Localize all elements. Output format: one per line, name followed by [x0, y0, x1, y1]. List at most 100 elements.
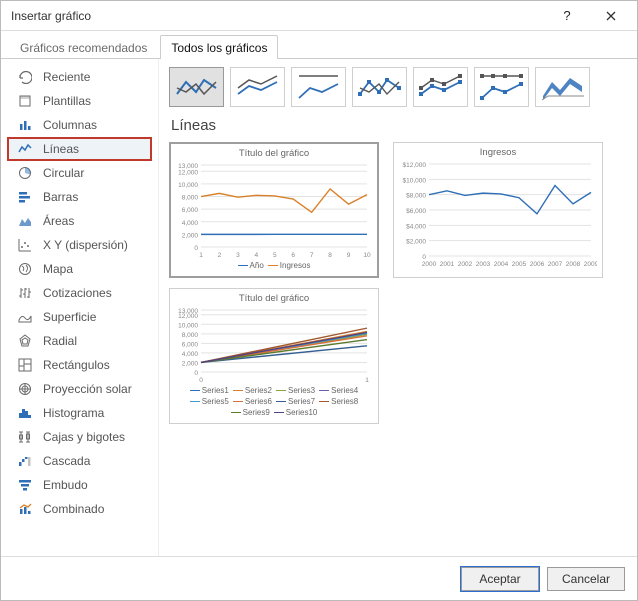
- subtype-100stacked-line[interactable]: [291, 67, 346, 107]
- svg-text:13,000: 13,000: [178, 163, 198, 170]
- sidebar-item-lines[interactable]: Líneas: [7, 137, 152, 161]
- sidebar-item-funnel[interactable]: Embudo: [1, 473, 158, 497]
- sidebar-item-histogram[interactable]: Histograma: [1, 401, 158, 425]
- preview-title: Ingresos: [480, 147, 516, 158]
- recent-icon: [17, 69, 33, 85]
- svg-text:7: 7: [310, 252, 314, 259]
- sidebar-item-label: Plantillas: [43, 94, 91, 108]
- sidebar-item-surface[interactable]: Superficie: [1, 305, 158, 329]
- preview-chart-svg: 0$2,000$4,000$6,000$8,000$10,000$12,0002…: [399, 160, 597, 268]
- subtype-stacked-line[interactable]: [230, 67, 285, 107]
- svg-text:2: 2: [218, 252, 222, 259]
- radar-icon: [17, 333, 33, 349]
- svg-text:8: 8: [328, 252, 332, 259]
- svg-text:1: 1: [199, 252, 203, 259]
- boxwhisker-icon: [17, 429, 33, 445]
- line-subtype-row: [169, 67, 627, 107]
- close-button[interactable]: [589, 1, 633, 31]
- main-panel: Líneas Título del gráfico 02,0004,0006,0…: [159, 59, 637, 556]
- accept-button[interactable]: Aceptar: [461, 567, 539, 591]
- pie-icon: [17, 165, 33, 181]
- sidebar-item-area[interactable]: Áreas: [1, 209, 158, 233]
- close-icon: [606, 11, 616, 21]
- svg-text:5: 5: [273, 252, 277, 259]
- preview-chart-1[interactable]: Título del gráfico 02,0004,0006,0008,000…: [169, 142, 379, 278]
- svg-text:$10,000: $10,000: [403, 177, 427, 184]
- tab-all-charts[interactable]: Todos los gráficos: [160, 35, 278, 59]
- sidebar-item-label: Superficie: [43, 310, 96, 324]
- subtype-line-markers[interactable]: [352, 67, 407, 107]
- svg-text:2000: 2000: [422, 261, 437, 268]
- sidebar-item-stock[interactable]: Cotizaciones: [1, 281, 158, 305]
- svg-text:$6,000: $6,000: [406, 208, 426, 215]
- sidebar-item-recent[interactable]: Reciente: [1, 65, 158, 89]
- cancel-button[interactable]: Cancelar: [547, 567, 625, 591]
- combo-icon: [17, 501, 33, 517]
- sidebar-item-map[interactable]: Mapa: [1, 257, 158, 281]
- svg-text:6,000: 6,000: [182, 207, 199, 214]
- help-button[interactable]: ?: [545, 1, 589, 31]
- sidebar-item-label: Proyección solar: [43, 382, 132, 396]
- titlebar: Insertar gráfico ?: [1, 1, 637, 31]
- preview-title: Título del gráfico: [239, 148, 309, 159]
- svg-text:0: 0: [194, 245, 198, 252]
- subtype-100stacked-line-markers-icon: [479, 72, 525, 102]
- histogram-icon: [17, 405, 33, 421]
- funnel-icon: [17, 477, 33, 493]
- subtype-100stacked-line-markers[interactable]: [474, 67, 529, 107]
- tab-recommended[interactable]: Gráficos recomendados: [9, 35, 158, 59]
- window-title: Insertar gráfico: [11, 9, 545, 23]
- sidebar-item-combo[interactable]: Combinado: [1, 497, 158, 521]
- sidebar-item-templates[interactable]: Plantillas: [1, 89, 158, 113]
- insert-chart-dialog: Insertar gráfico ? Gráficos recomendados…: [0, 0, 638, 601]
- dialog-footer: Aceptar Cancelar: [1, 556, 637, 600]
- preview-legend: Series1Series2Series3Series4Series5Serie…: [189, 386, 359, 417]
- sidebar-item-pie[interactable]: Circular: [1, 161, 158, 185]
- chart-type-sidebar: Reciente Plantillas Columnas Líneas Circ…: [1, 59, 159, 556]
- sidebar-item-scatter[interactable]: X Y (dispersión): [1, 233, 158, 257]
- scatter-icon: [17, 237, 33, 253]
- subtype-line-icon: [174, 72, 220, 102]
- subtype-line[interactable]: [169, 67, 224, 107]
- templates-icon: [17, 93, 33, 109]
- svg-text:2007: 2007: [548, 261, 563, 268]
- sidebar-item-label: Cascada: [43, 454, 90, 468]
- svg-text:6: 6: [291, 252, 295, 259]
- svg-text:2003: 2003: [476, 261, 491, 268]
- content-area: Reciente Plantillas Columnas Líneas Circ…: [1, 59, 637, 556]
- sidebar-item-columns[interactable]: Columnas: [1, 113, 158, 137]
- sidebar-item-label: X Y (dispersión): [43, 238, 128, 252]
- svg-text:2001: 2001: [440, 261, 455, 268]
- svg-text:2005: 2005: [512, 261, 527, 268]
- stock-icon: [17, 285, 33, 301]
- svg-text:10: 10: [363, 252, 371, 259]
- sidebar-item-label: Rectángulos: [43, 358, 110, 372]
- svg-text:0: 0: [194, 370, 198, 377]
- sidebar-item-treemap[interactable]: Rectángulos: [1, 353, 158, 377]
- surface-icon: [17, 309, 33, 325]
- sidebar-item-waterfall[interactable]: Cascada: [1, 449, 158, 473]
- subtype-stacked-line-markers[interactable]: [413, 67, 468, 107]
- subtype-3d-line[interactable]: [535, 67, 590, 107]
- sidebar-item-boxwhisker[interactable]: Cajas y bigotes: [1, 425, 158, 449]
- svg-text:8,000: 8,000: [182, 332, 199, 339]
- preview-row-1: Título del gráfico 02,0004,0006,0008,000…: [169, 142, 627, 278]
- svg-text:$2,000: $2,000: [406, 239, 426, 246]
- sidebar-item-bars[interactable]: Barras: [1, 185, 158, 209]
- svg-text:2008: 2008: [566, 261, 581, 268]
- subtype-line-markers-icon: [357, 72, 403, 102]
- svg-text:2009: 2009: [584, 261, 597, 268]
- sidebar-item-radar[interactable]: Radial: [1, 329, 158, 353]
- preview-chart-3[interactable]: Título del gráfico 02,0004,0006,0008,000…: [169, 288, 379, 424]
- svg-text:$4,000: $4,000: [406, 223, 426, 230]
- svg-text:$8,000: $8,000: [406, 193, 426, 200]
- svg-text:12,000: 12,000: [178, 169, 198, 176]
- sidebar-item-sunburst[interactable]: Proyección solar: [1, 377, 158, 401]
- preview-legend: Año Ingresos: [238, 261, 311, 270]
- svg-text:$12,000: $12,000: [403, 162, 427, 169]
- svg-text:6,000: 6,000: [182, 341, 199, 348]
- sidebar-item-label: Cotizaciones: [43, 286, 112, 300]
- map-icon: [17, 261, 33, 277]
- sidebar-item-label: Cajas y bigotes: [43, 430, 125, 444]
- preview-chart-2[interactable]: Ingresos 0$2,000$4,000$6,000$8,000$10,00…: [393, 142, 603, 278]
